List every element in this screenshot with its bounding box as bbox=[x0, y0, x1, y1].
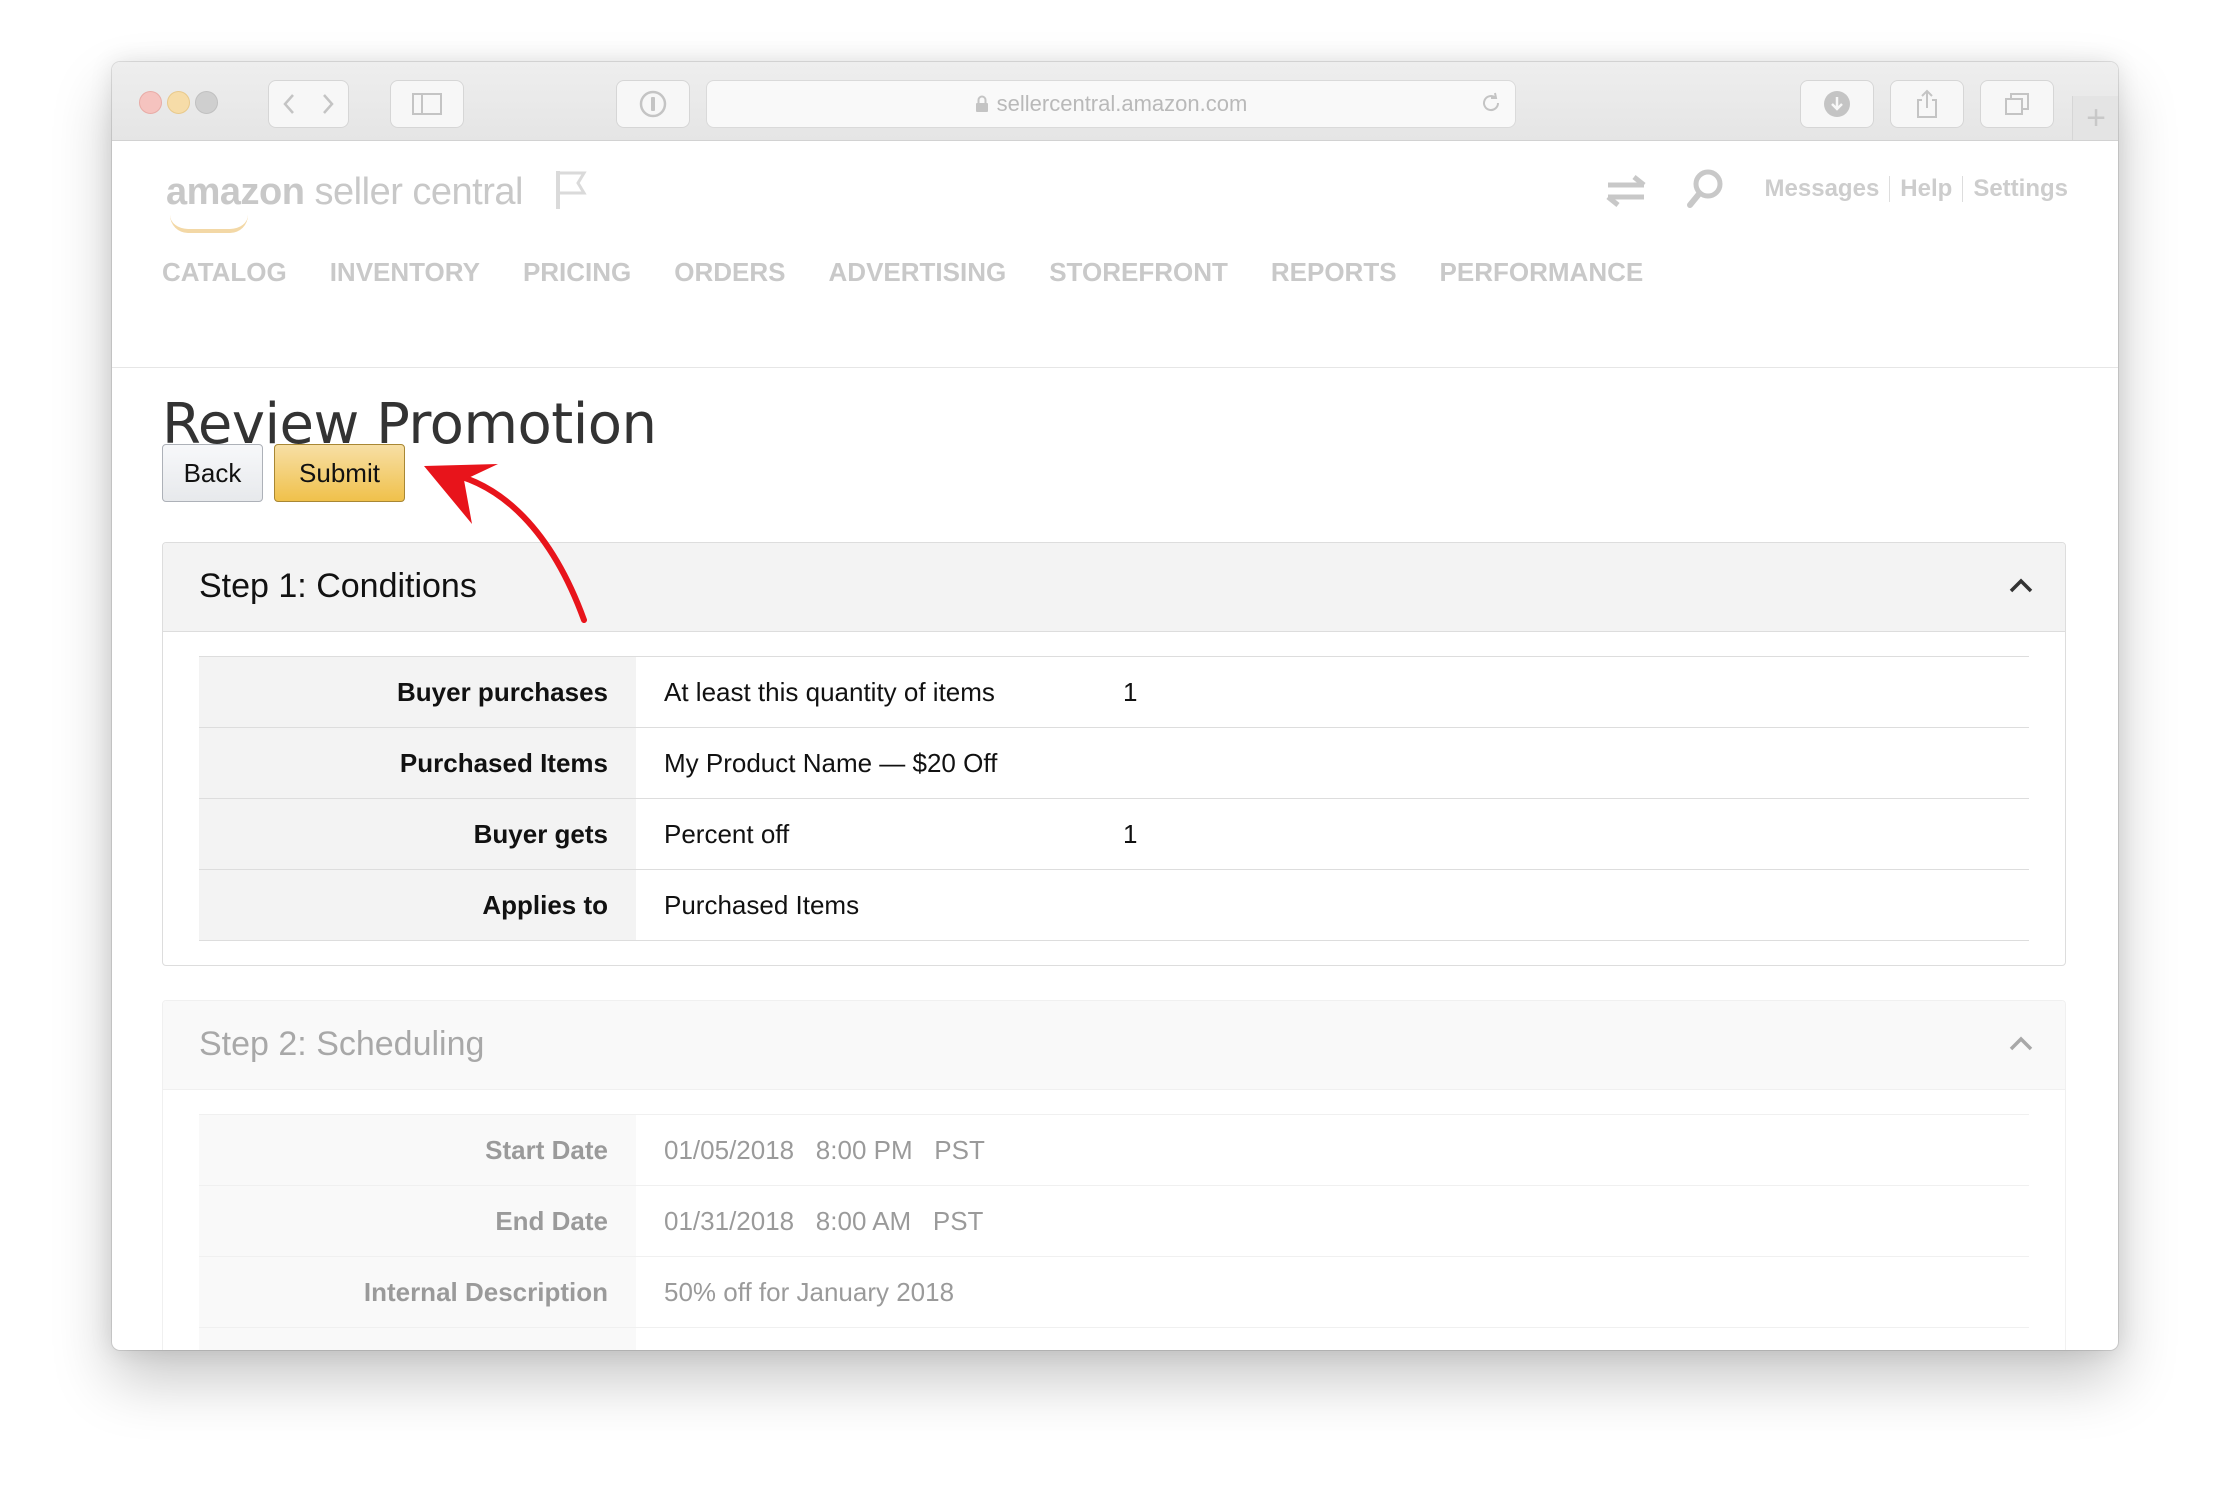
nav-orders[interactable]: ORDERS bbox=[674, 257, 785, 288]
show-tabs-button[interactable] bbox=[1980, 80, 2054, 128]
step1-title: Step 1: Conditions bbox=[199, 567, 477, 605]
nav-performance[interactable]: PERFORMANCE bbox=[1440, 257, 1644, 288]
row-value-cell: Purchased Items bbox=[636, 870, 2029, 940]
row-label: Purchased Items bbox=[199, 728, 636, 798]
step2-table: Start Date 01/05/2018 8:00 PM PST End Da… bbox=[199, 1114, 2029, 1350]
step2-title: Step 2: Scheduling bbox=[199, 1025, 485, 1063]
row-value-cell: At least this quantity of items 1 bbox=[636, 657, 2029, 727]
row-value: My Product Name — $20 Off bbox=[664, 747, 998, 778]
row-label: End Date bbox=[199, 1186, 636, 1256]
row-quantity: 1 bbox=[1123, 676, 1138, 707]
sidebar-icon bbox=[412, 93, 442, 115]
table-row: Purchased Items My Product Name — $20 Of… bbox=[199, 728, 2029, 799]
reload-icon[interactable] bbox=[1479, 91, 1503, 115]
row-label: Buyer gets bbox=[199, 799, 636, 869]
tabs-icon bbox=[2005, 93, 2029, 115]
browser-toolbar: sellercentral.amazon.com + bbox=[112, 62, 2118, 141]
zoom-window-button[interactable] bbox=[195, 91, 218, 114]
lock-icon bbox=[975, 95, 988, 112]
share-icon bbox=[1917, 89, 1937, 118]
logo-product: seller central bbox=[314, 171, 524, 213]
search-icon[interactable] bbox=[1686, 167, 1726, 211]
back-nav-button[interactable] bbox=[268, 80, 310, 128]
main-nav: CATALOG INVENTORY PRICING ORDERS ADVERTI… bbox=[162, 257, 1686, 288]
settings-link[interactable]: Settings bbox=[1973, 175, 2068, 203]
nav-advertising[interactable]: ADVERTISING bbox=[829, 257, 1007, 288]
step2-panel: Step 2: Scheduling Start Date 01/05/2018… bbox=[162, 1000, 2066, 1350]
privacy-report-button[interactable] bbox=[616, 80, 690, 128]
link-divider bbox=[1962, 176, 1964, 202]
minimize-window-button[interactable] bbox=[167, 91, 190, 114]
download-icon bbox=[1824, 91, 1850, 117]
row-value-cell: 01/31/2018 8:00 AM PST bbox=[636, 1186, 2029, 1256]
nav-catalog[interactable]: CATALOG bbox=[162, 257, 287, 288]
share-button[interactable] bbox=[1890, 80, 1964, 128]
amazon-smile-icon bbox=[170, 215, 248, 233]
row-value: At least this quantity of items bbox=[664, 676, 995, 707]
switch-accounts-icon[interactable] bbox=[1604, 171, 1648, 211]
table-row: End Date 01/31/2018 8:00 AM PST bbox=[199, 1186, 2029, 1257]
submit-button[interactable]: Submit bbox=[274, 444, 405, 502]
new-tab-button[interactable]: + bbox=[2072, 96, 2118, 140]
nav-inventory[interactable]: INVENTORY bbox=[330, 257, 480, 288]
table-row: Applies to Purchased Items bbox=[199, 870, 2029, 941]
row-value-cell: My Product Name — $20 Off bbox=[636, 728, 2029, 798]
nav-pricing[interactable]: PRICING bbox=[523, 257, 631, 288]
row-quantity: 1 bbox=[1123, 818, 1138, 849]
flag-icon[interactable] bbox=[554, 169, 590, 211]
row-value: 50% off for January 2018 bbox=[664, 1276, 955, 1307]
url-text: sellercentral.amazon.com bbox=[996, 91, 1248, 116]
nav-reports[interactable]: REPORTS bbox=[1271, 257, 1397, 288]
plus-icon: + bbox=[2086, 98, 2106, 137]
logo-brand: amazon bbox=[166, 171, 305, 213]
table-row: Start Date 01/05/2018 8:00 PM PST bbox=[199, 1115, 2029, 1186]
row-value-cell: 50% off for January 2018 bbox=[636, 1257, 2029, 1327]
chevron-up-icon[interactable] bbox=[2009, 577, 2033, 593]
row-label bbox=[199, 1328, 636, 1350]
table-row: Buyer gets Percent off 1 bbox=[199, 799, 2029, 870]
table-row bbox=[199, 1328, 2029, 1350]
help-link[interactable]: Help bbox=[1900, 175, 1952, 203]
row-value: 01/05/2018 8:00 PM PST bbox=[664, 1134, 985, 1165]
site-header: amazon seller central Messages Help Sett… bbox=[112, 141, 2118, 368]
row-value: Percent off bbox=[664, 818, 790, 849]
row-label: Applies to bbox=[199, 870, 636, 940]
row-value-cell: 01/05/2018 8:00 PM PST bbox=[636, 1115, 2029, 1185]
back-button[interactable]: Back bbox=[162, 444, 263, 502]
forward-nav-button[interactable] bbox=[308, 80, 349, 128]
row-value-cell bbox=[636, 1328, 2029, 1350]
row-value-cell: Percent off 1 bbox=[636, 799, 2029, 869]
table-row: Buyer purchases At least this quantity o… bbox=[199, 657, 2029, 728]
table-row: Internal Description 50% off for January… bbox=[199, 1257, 2029, 1328]
amazon-seller-central-logo[interactable]: amazon seller central bbox=[166, 171, 524, 233]
row-label: Internal Description bbox=[199, 1257, 636, 1327]
step1-panel: Step 1: Conditions Buyer purchases At le… bbox=[162, 542, 2066, 966]
link-divider bbox=[1889, 176, 1891, 202]
downloads-button[interactable] bbox=[1800, 80, 1874, 128]
row-value: Purchased Items bbox=[664, 889, 860, 920]
browser-window: sellercentral.amazon.com + amazon seller… bbox=[112, 62, 2118, 1350]
info-icon bbox=[639, 90, 667, 118]
messages-link[interactable]: Messages bbox=[1765, 175, 1880, 203]
header-links: Messages Help Settings bbox=[1765, 175, 2068, 203]
address-bar[interactable]: sellercentral.amazon.com bbox=[706, 80, 1516, 128]
step1-header[interactable]: Step 1: Conditions bbox=[163, 543, 2065, 632]
step2-header[interactable]: Step 2: Scheduling bbox=[163, 1001, 2065, 1090]
row-label: Buyer purchases bbox=[199, 657, 636, 727]
row-label: Start Date bbox=[199, 1115, 636, 1185]
sidebar-toggle-button[interactable] bbox=[390, 80, 464, 128]
chevron-left-icon bbox=[283, 94, 294, 114]
chevron-up-icon[interactable] bbox=[2009, 1035, 2033, 1051]
nav-storefront[interactable]: STOREFRONT bbox=[1049, 257, 1228, 288]
chevron-right-icon bbox=[323, 94, 334, 114]
close-window-button[interactable] bbox=[139, 91, 162, 114]
row-value: 01/31/2018 8:00 AM PST bbox=[664, 1205, 984, 1236]
step1-table: Buyer purchases At least this quantity o… bbox=[199, 656, 2029, 941]
